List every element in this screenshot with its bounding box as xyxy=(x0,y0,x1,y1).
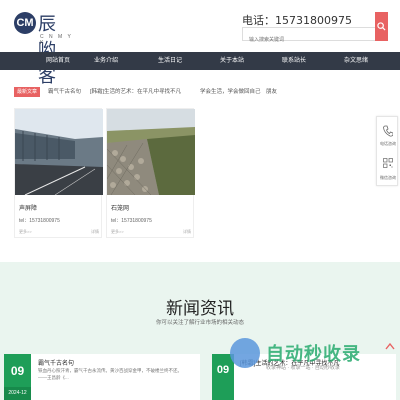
product-tel: tel：15731800975 xyxy=(19,218,60,224)
news-subtitle: 你可以关注了解行业市场的相关动态 xyxy=(155,320,244,326)
nav-item-business[interactable]: 业务介绍 xyxy=(86,52,126,70)
search-icon xyxy=(377,22,386,31)
product-card[interactable]: 声屏障 tel：15731800975 更多>> 详情 xyxy=(14,108,103,238)
side-phone[interactable]: 电话咨询 xyxy=(377,119,399,151)
news-title: 新闻资讯 xyxy=(166,299,234,318)
back-to-top-icon[interactable] xyxy=(385,342,395,350)
site-logo[interactable]: CM 辰哟客 C N M Y K xyxy=(14,8,74,87)
product-tel: tel：15731800975 xyxy=(111,218,152,224)
detail-link[interactable]: 详情 xyxy=(183,229,191,235)
latest-articles-bar: 最新文章 霸气千古名句 [韩霜]生活的艺术：在平凡中寻找不凡 学会生活，学会做回… xyxy=(14,86,386,98)
phone-icon xyxy=(383,125,393,137)
nav-item-diary[interactable]: 生活日记 xyxy=(150,52,190,70)
news-item-excerpt-2: ——王昌龄《... xyxy=(38,375,69,380)
detail-link[interactable]: 详情 xyxy=(91,229,99,235)
search-box xyxy=(242,27,376,46)
watermark-text: 自动秒收录 xyxy=(266,344,361,364)
card-footer: 更多>> 详情 xyxy=(111,229,191,237)
nav-item-essays[interactable]: 杂文思绪 xyxy=(336,52,376,70)
news-item-title[interactable]: 霸气千古名句 xyxy=(38,358,74,367)
nav-item-contact[interactable]: 联系站长 xyxy=(274,52,314,70)
side-phone-label: 电话咨询 xyxy=(380,141,396,146)
news-date: 09 2024-12 xyxy=(4,354,31,400)
side-wechat-label: 微信咨询 xyxy=(380,175,396,180)
search-button[interactable] xyxy=(375,12,388,41)
watermark-logo xyxy=(230,338,260,368)
tag-link[interactable]: 朋友 xyxy=(266,86,277,98)
logo-title: 辰哟客 xyxy=(38,14,57,87)
site-header: CM 辰哟客 C N M Y K 电话：15731800975 xyxy=(0,0,400,87)
news-day: 09 xyxy=(10,364,25,378)
more-link[interactable]: 更多>> xyxy=(19,229,32,235)
nav-item-home[interactable]: 网站首页 xyxy=(38,52,78,70)
side-contact-widget: 电话咨询 微信咨询 xyxy=(376,116,398,186)
side-wechat[interactable]: 微信咨询 xyxy=(377,153,399,185)
product-image xyxy=(107,109,195,195)
news-item-excerpt: 铁血丹心照汗青，霸气千古永流传。黄沙百战穿金甲，不破楼兰终不还。 xyxy=(38,368,182,373)
tag-link[interactable]: 学会生活，学会做回自己 xyxy=(200,86,261,98)
main-nav: 网站首页 业务介绍 生活日记 关于本站 联系站长 杂文思绪 xyxy=(0,52,400,70)
product-title[interactable]: 石笼网 xyxy=(111,203,129,212)
phone-number: 电话：15731800975 xyxy=(242,14,352,27)
watermark: 自动秒收录 收录神站 · 收录一站 · 自动秒收录 xyxy=(230,338,390,378)
logo-subtitle: C N M Y K xyxy=(40,34,73,46)
tag-link[interactable]: [韩霜]生活的艺术：在平凡中寻找不凡 xyxy=(90,86,181,98)
product-title[interactable]: 声屏障 xyxy=(19,203,37,212)
latest-articles-label: 最新文章 xyxy=(14,87,41,97)
tag-link[interactable]: 霸气千古名句 xyxy=(48,86,81,98)
more-link[interactable]: 更多>> xyxy=(111,229,124,235)
watermark-subtext: 收录神站 · 收录一站 · 自动秒收录 xyxy=(266,365,340,371)
search-input[interactable] xyxy=(243,34,375,46)
product-image xyxy=(15,109,103,195)
nav-item-about[interactable]: 关于本站 xyxy=(212,52,252,70)
product-card[interactable]: 石笼网 tel：15731800975 更多>> 详情 xyxy=(106,108,195,238)
news-year-month: 2024-12 xyxy=(4,387,31,400)
logo-mark: CM xyxy=(14,12,36,34)
qrcode-icon xyxy=(383,158,393,168)
card-footer: 更多>> 详情 xyxy=(19,229,99,237)
